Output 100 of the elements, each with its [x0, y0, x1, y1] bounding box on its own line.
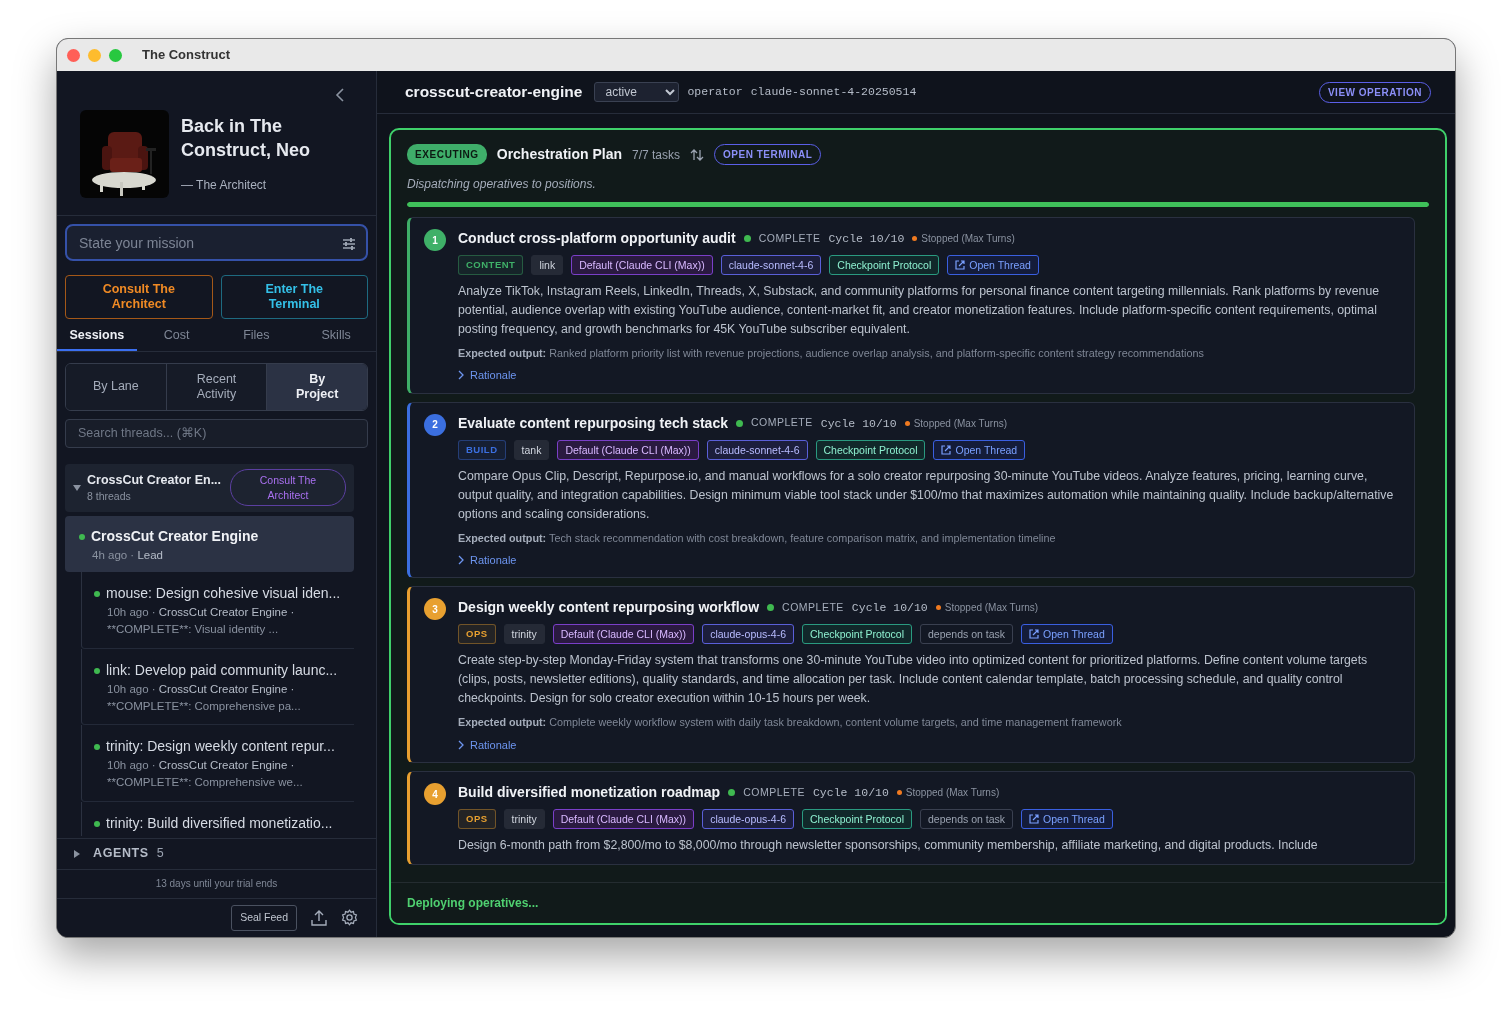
- upload-icon[interactable]: [311, 909, 327, 927]
- thread-item[interactable]: trinity: Build diversified monetizatio...: [81, 801, 354, 836]
- model-tag: claude-opus-4-6: [702, 809, 794, 830]
- thread-time: 10h ago ·: [107, 682, 156, 695]
- stop-reason: Stopped (Max Turns): [921, 232, 1015, 246]
- window-title: The Construct: [142, 46, 231, 65]
- thread-summary: **COMPLETE**: Comprehensive pa...: [106, 698, 302, 714]
- thread-item[interactable]: mouse: Design cohesive visual iden... 10h ago · CrossCut Creator Engine · **COMPLETE**: Visual identity ...: [81, 572, 354, 649]
- model-tag: claude-sonnet-4-6: [720, 255, 822, 275]
- attribution-text: — The Architect: [181, 177, 268, 194]
- rationale-toggle[interactable]: Rationale: [458, 736, 517, 754]
- status-select[interactable]: active: [594, 82, 680, 102]
- settings-icon[interactable]: [341, 909, 358, 927]
- consult-button[interactable]: Consult The Architect: [230, 469, 346, 507]
- task-title: Evaluate content repurposing tech stack: [458, 413, 728, 433]
- plan-subtitle: Dispatching operatives to positions.: [407, 176, 596, 193]
- status-text: COMPLETE: [782, 600, 844, 615]
- cycle-text: Cycle 10/10: [820, 415, 897, 432]
- thread-time: 10h ago ·: [107, 759, 156, 771]
- thread-time: 4h ago ·: [92, 548, 135, 561]
- chevron-right-icon: [458, 370, 464, 381]
- back-icon[interactable]: [334, 87, 346, 103]
- open-thread-button[interactable]: Open Thread: [947, 255, 1039, 275]
- status-dot: [728, 789, 736, 797]
- agent-tag: link: [531, 255, 564, 275]
- thread-meta: CrossCut Creator Engine ·: [158, 606, 295, 618]
- thread-summary: **COMPLETE**: Comprehensive we...: [106, 775, 304, 791]
- external-link-icon: [1029, 629, 1040, 640]
- step-number: 4: [424, 783, 446, 806]
- status-text: COMPLETE: [758, 230, 821, 246]
- rationale-toggle[interactable]: Rationale: [458, 551, 517, 569]
- thread-title: trinity: Build diversified monetizatio...: [106, 814, 333, 831]
- open-thread-button[interactable]: Open Thread: [1021, 809, 1113, 830]
- mission-input[interactable]: State your mission: [65, 224, 368, 261]
- step-number: 2: [424, 413, 446, 436]
- protocol-tag: Checkpoint Protocol: [829, 255, 940, 275]
- status-dot: [743, 235, 751, 242]
- protocol-tag: Checkpoint Protocol: [815, 439, 926, 460]
- sliders-icon: [342, 238, 356, 250]
- thread-title: link: Develop paid community launc...: [106, 661, 338, 678]
- expected-output: Expected output: Ranked platform priority list with revenue projections, audience overlap analysis, and platform-specific content strategy recommendations: [458, 346, 1205, 361]
- thread-title: trinity: Design weekly content repur...: [106, 738, 335, 754]
- external-link-icon: [941, 444, 952, 455]
- open-thread-button[interactable]: Open Thread: [933, 439, 1026, 460]
- sidebar-tab[interactable]: Cost: [136, 323, 217, 351]
- thread-summary: **COMPLETE**: Visual identity ...: [106, 622, 280, 638]
- thread-title: mouse: Design cohesive visual iden...: [106, 585, 341, 601]
- sidebar-tab[interactable]: Sessions: [57, 323, 137, 351]
- provider-tag: Default (Claude CLI (Max)): [552, 809, 695, 830]
- stop-dot: [896, 790, 902, 796]
- stop-dot: [935, 605, 941, 611]
- seal-feed-button[interactable]: Seal Feed: [231, 905, 297, 931]
- category-tag: CONTENT: [458, 255, 524, 275]
- agent-tag: trinity: [503, 809, 545, 830]
- search-field[interactable]: Search threads... (⌘K): [65, 418, 368, 448]
- status-badge: EXECUTING: [407, 144, 487, 165]
- view-toggle[interactable]: Recent Activity: [166, 363, 268, 410]
- external-link-icon: [1029, 814, 1040, 825]
- rationale-toggle[interactable]: Rationale: [458, 367, 517, 384]
- thread-item[interactable]: CrossCut Creator Engine 4h ago · Lead: [65, 515, 354, 572]
- agents-count: 5: [156, 845, 164, 863]
- plan-title: Orchestration Plan: [496, 145, 622, 164]
- operation-name: crosscut-creator-engine: [405, 82, 583, 103]
- agents-label[interactable]: AGENTS: [93, 844, 149, 864]
- open-thread-button[interactable]: Open Thread: [1021, 624, 1113, 645]
- view-toggle[interactable]: By Lane: [66, 363, 167, 410]
- task-title: Design weekly content repurposing workflow: [458, 598, 760, 618]
- thread-meta: CrossCut Creator Engine ·: [158, 759, 295, 771]
- protocol-tag: Checkpoint Protocol: [802, 809, 912, 830]
- step-number: 3: [424, 598, 446, 621]
- project-header[interactable]: CrossCut Creator En... 8 threads Consult The Architect: [65, 463, 354, 512]
- operator-label: operator: [687, 84, 743, 101]
- caret-right-icon[interactable]: [73, 849, 81, 858]
- agent-tag: trinity: [503, 624, 545, 645]
- thread-item[interactable]: trinity: Design weekly content repur... 10h ago · CrossCut Creator Engine · **COMPLETE**: Comprehensive we...: [81, 725, 354, 802]
- task-description: Compare Opus Clip, Descript, Repurpose.io, and manual workflows for a solo creator repurposing 30-minute YouTube videos. Analyze features, pricing, learning curve, output quality, and integration capabilities. Design minimum viable tool stack under $100/mo that maximizes automation while maintaining quality. Include backup/alternative options and scaling considerations.: [458, 467, 1395, 523]
- cycle-text: Cycle 10/10: [828, 230, 905, 247]
- task-description: Create step-by-step Monday-Friday system that transforms one 30-minute YouTube video into optimized content for prioritized platforms. Define content volume targets (clips, posts, newsletter editions), quality standards, and time allocation per task. Include content calendar template, batch processing schedule, and quality control checkpoints. Design for solo creator execution within 10-15 hours per week.: [458, 652, 1369, 708]
- sidebar-tab[interactable]: Files: [216, 323, 297, 351]
- model-name: claude-sonnet-4-20250514: [750, 84, 917, 101]
- stop-reason: Stopped (Max Turns): [913, 416, 1008, 431]
- category-tag: OPS: [458, 624, 496, 645]
- consult-button[interactable]: Consult The Architect: [65, 275, 213, 319]
- stop-dot: [904, 420, 910, 426]
- sidebar-tab[interactable]: Skills: [296, 323, 376, 351]
- model-tag: claude-sonnet-4-6: [706, 439, 808, 460]
- sort-icon[interactable]: [690, 147, 705, 162]
- view-toggle[interactable]: By Project: [267, 363, 367, 410]
- status-dot: [767, 604, 775, 612]
- model-tag: claude-opus-4-6: [702, 624, 794, 645]
- provider-tag: Default (Claude CLI (Max)): [571, 255, 713, 275]
- cycle-text: Cycle 10/10: [812, 784, 889, 801]
- thread-item[interactable]: link: Develop paid community launc... 10h ago · CrossCut Creator Engine · **COMPLETE**: Comprehensive pa...: [81, 648, 354, 725]
- category-tag: BUILD: [458, 439, 506, 460]
- protocol-tag: Checkpoint Protocol: [802, 624, 912, 645]
- project-name: CrossCut Creator En...: [87, 471, 222, 489]
- stop-reason: Stopped (Max Turns): [905, 786, 1000, 801]
- caret-down-icon[interactable]: [73, 483, 81, 492]
- category-tag: OPS: [458, 809, 496, 830]
- terminal-button[interactable]: Enter The Terminal: [220, 275, 368, 319]
